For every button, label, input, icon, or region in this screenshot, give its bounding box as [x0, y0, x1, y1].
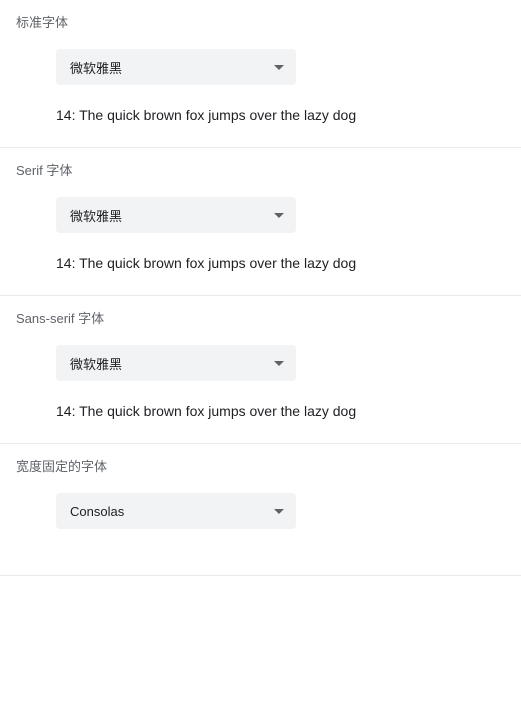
dropdown-wrap: 微软雅黑	[0, 49, 521, 85]
chevron-down-icon	[274, 65, 284, 70]
font-preview: 14: The quick brown fox jumps over the l…	[0, 107, 521, 123]
section-label: Sans-serif 字体	[0, 308, 521, 327]
font-dropdown-fixed-width[interactable]: Consolas	[56, 493, 296, 529]
section-label: Serif 字体	[0, 160, 521, 179]
font-preview: 14: The quick brown fox jumps over the l…	[0, 403, 521, 419]
dropdown-wrap: 微软雅黑	[0, 197, 521, 233]
font-section-standard: 标准字体 微软雅黑 14: The quick brown fox jumps …	[0, 0, 521, 148]
section-label: 宽度固定的字体	[0, 456, 521, 475]
dropdown-value: 微软雅黑	[70, 58, 122, 77]
chevron-down-icon	[274, 361, 284, 366]
dropdown-value: Consolas	[70, 504, 124, 519]
section-label: 标准字体	[0, 12, 521, 31]
chevron-down-icon	[274, 213, 284, 218]
font-section-serif: Serif 字体 微软雅黑 14: The quick brown fox ju…	[0, 148, 521, 296]
font-section-fixed-width: 宽度固定的字体 Consolas	[0, 444, 521, 576]
font-dropdown-standard[interactable]: 微软雅黑	[56, 49, 296, 85]
dropdown-value: 微软雅黑	[70, 206, 122, 225]
dropdown-wrap: 微软雅黑	[0, 345, 521, 381]
font-section-sans-serif: Sans-serif 字体 微软雅黑 14: The quick brown f…	[0, 296, 521, 444]
chevron-down-icon	[274, 509, 284, 514]
dropdown-wrap: Consolas	[0, 493, 521, 529]
font-preview: 14: The quick brown fox jumps over the l…	[0, 255, 521, 271]
font-dropdown-serif[interactable]: 微软雅黑	[56, 197, 296, 233]
dropdown-value: 微软雅黑	[70, 354, 122, 373]
font-dropdown-sans-serif[interactable]: 微软雅黑	[56, 345, 296, 381]
